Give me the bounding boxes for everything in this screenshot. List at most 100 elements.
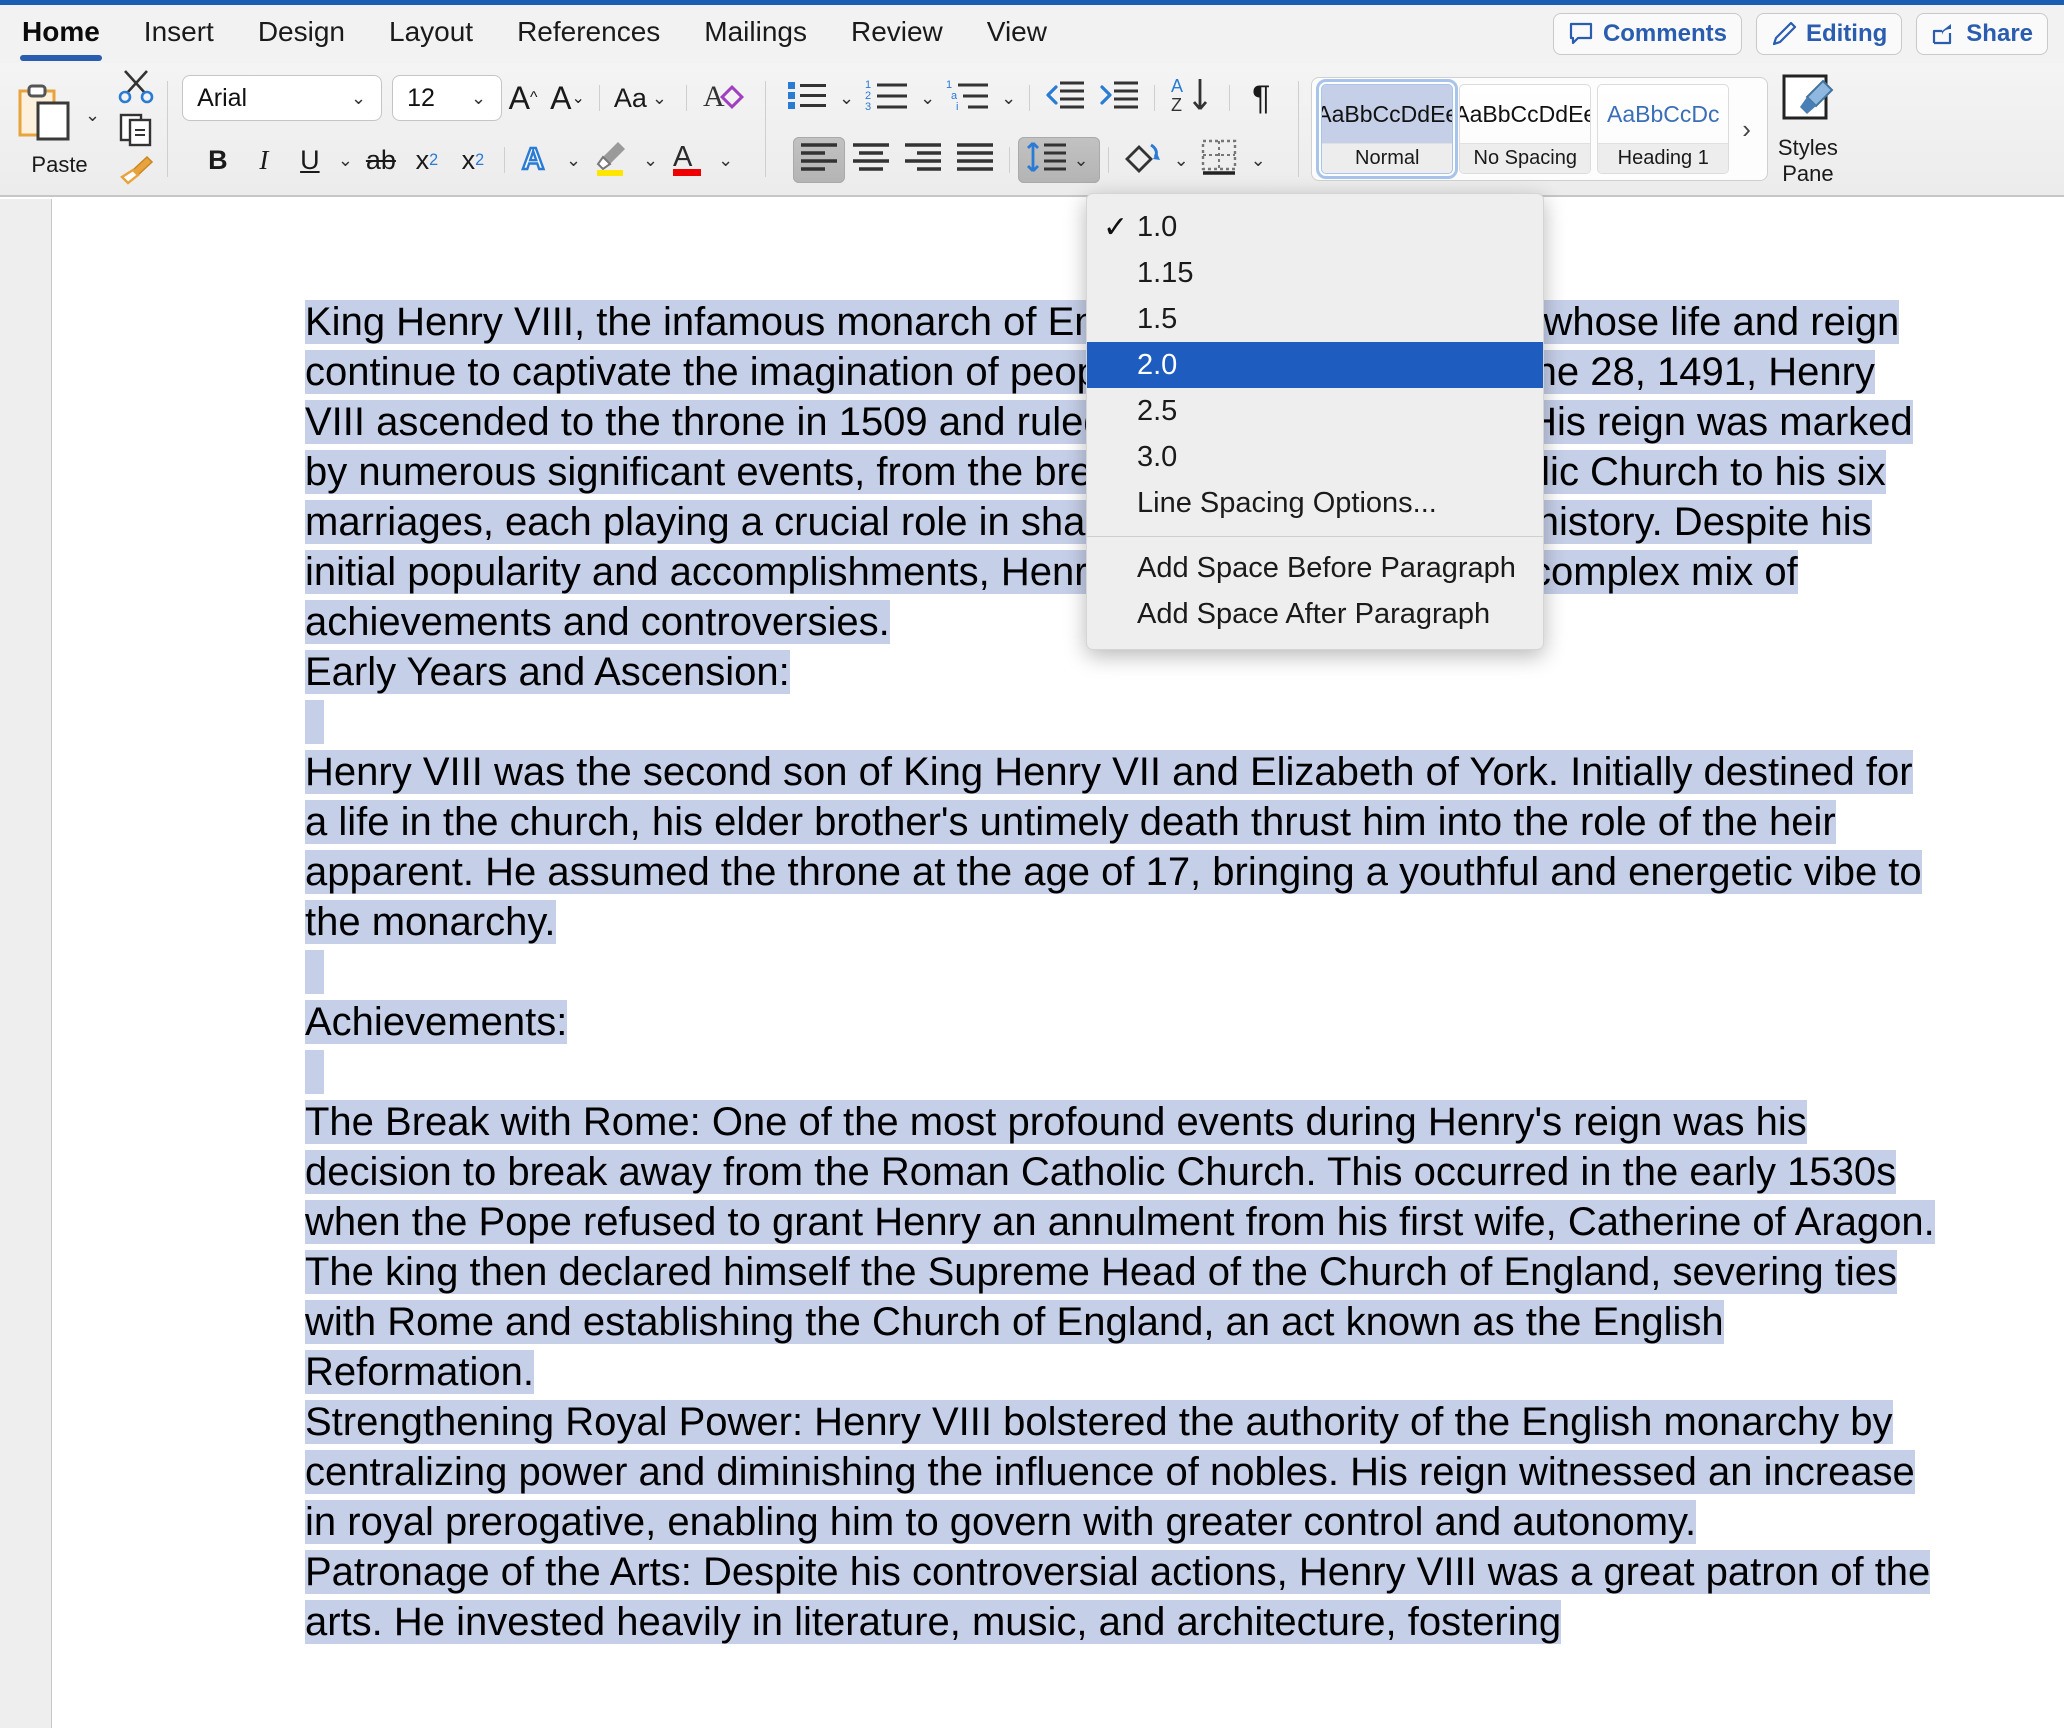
italic-button[interactable]: I [241, 137, 287, 183]
align-left-button[interactable] [793, 137, 846, 183]
superscript-button[interactable]: x2 [450, 137, 496, 183]
editing-button[interactable]: Editing [1755, 13, 1903, 55]
styles-gallery-more-arrow-icon[interactable]: › [1732, 114, 1761, 145]
menu-item-1-5[interactable]: 1.5 [1087, 296, 1543, 342]
divider-para-a [1029, 85, 1031, 111]
menu-item-2-0[interactable]: 2.0 [1087, 342, 1543, 388]
subscript-button[interactable]: x2 [404, 137, 450, 183]
bullets-chevron-down-icon[interactable]: ⌄ [834, 88, 859, 109]
styles-pane-button[interactable]: Styles Pane [1768, 63, 1852, 195]
line-spacing-button[interactable]: ⌄ [1018, 137, 1100, 183]
menu-item-line-spacing-options[interactable]: Line Spacing Options... [1087, 480, 1543, 526]
grow-font-button[interactable]: A ^ [502, 75, 544, 121]
comments-button[interactable]: Comments [1552, 13, 1742, 55]
numbering-button[interactable]: 123 [859, 75, 915, 121]
paragraph-row-top: ⌄ 123 ⌄ 1ai ⌄ A Z ¶ [780, 67, 1284, 129]
style-tile-no-spacing[interactable]: AaBbCcDdEe No Spacing [1459, 84, 1592, 174]
font-color-chevron-down-icon[interactable]: ⌄ [713, 150, 738, 171]
tab-design[interactable]: Design [236, 5, 367, 63]
svg-text:Z: Z [1171, 95, 1182, 115]
document-area: King Henry VIII, the infamous monarch of… [0, 199, 2064, 1728]
font-size-combobox[interactable]: 12 ⌄ [392, 75, 503, 121]
highlight-chevron-down-icon[interactable]: ⌄ [638, 150, 663, 171]
ribbon-tabbar: Home Insert Design Layout References Mai… [0, 5, 2064, 63]
menu-item-label: 1.15 [1137, 256, 1194, 289]
shrink-font-button[interactable]: A ⌄ [544, 75, 591, 121]
clipboard-group: ⌄ Paste [0, 63, 113, 195]
scissors-icon[interactable] [117, 68, 155, 109]
copy-icon[interactable] [117, 111, 155, 152]
paste-chevron-down-icon[interactable]: ⌄ [80, 105, 105, 126]
borders-button[interactable] [1194, 137, 1246, 183]
paste-icon[interactable] [14, 81, 76, 150]
text-effects-button[interactable]: A [513, 137, 561, 183]
decrease-indent-button[interactable] [1038, 75, 1092, 121]
font-color-button[interactable]: A [663, 137, 713, 183]
bullets-button[interactable] [780, 75, 834, 121]
tab-view[interactable]: View [965, 5, 1069, 63]
tab-layout-label: Layout [389, 16, 474, 47]
justify-button[interactable] [949, 137, 1001, 183]
change-case-button[interactable]: Aa ⌄ [608, 75, 678, 121]
tab-layout[interactable]: Layout [367, 5, 495, 63]
align-center-button[interactable] [845, 137, 897, 183]
font-name-combobox[interactable]: Arial ⌄ [182, 75, 383, 121]
bold-button[interactable]: B [195, 137, 241, 183]
font-size-chevron-down-icon[interactable]: ⌄ [466, 88, 491, 109]
comment-icon [1568, 22, 1594, 46]
line-spacing-dropdown-menu: ✓ 1.0 1.15 1.5 2.0 2.5 3.0 Line Spacing … [1086, 193, 1544, 650]
align-right-button[interactable] [897, 137, 949, 183]
align-right-icon [903, 142, 943, 179]
menu-item-add-space-before-paragraph[interactable]: Add Space Before Paragraph [1087, 545, 1543, 591]
font-group: Arial ⌄ 12 ⌄ A ^ A ⌄ Aa ⌄ A B I U ⌄ ab x… [176, 63, 757, 195]
menu-item-3-0[interactable]: 3.0 [1087, 434, 1543, 480]
tab-insert[interactable]: Insert [122, 5, 236, 63]
tab-mailings[interactable]: Mailings [682, 5, 829, 63]
paragraph-row-bottom: ⌄ ⌄ ⌄ [793, 129, 1270, 191]
tab-home[interactable]: Home [0, 5, 122, 63]
tab-review[interactable]: Review [829, 5, 965, 63]
numbering-chevron-down-icon[interactable]: ⌄ [915, 88, 940, 109]
change-case-label: Aa [613, 82, 647, 113]
strikethrough-button[interactable]: ab [358, 137, 404, 183]
menu-item-1-0[interactable]: ✓ 1.0 [1087, 204, 1543, 250]
menu-item-1-15[interactable]: 1.15 [1087, 250, 1543, 296]
clear-formatting-button[interactable]: A [695, 75, 751, 121]
borders-icon [1200, 138, 1240, 183]
tab-references[interactable]: References [495, 5, 682, 63]
multilevel-list-button[interactable]: 1ai [940, 75, 996, 121]
underline-chevron-down-icon[interactable]: ⌄ [333, 150, 358, 171]
borders-chevron-down-icon[interactable]: ⌄ [1246, 150, 1271, 171]
sort-button[interactable]: AZ [1163, 75, 1221, 121]
change-case-chevron-down-icon[interactable]: ⌄ [647, 88, 672, 109]
shading-button[interactable] [1117, 137, 1169, 183]
svg-text:i: i [956, 101, 958, 112]
text-effects-chevron-down-icon[interactable]: ⌄ [561, 150, 586, 171]
show-formatting-marks-button[interactable]: ¶ [1238, 75, 1284, 121]
divider-clipboard [167, 81, 169, 177]
multilevel-chevron-down-icon[interactable]: ⌄ [996, 88, 1021, 109]
style-tile-normal[interactable]: AaBbCcDdEe Normal [1316, 79, 1459, 179]
tab-design-label: Design [257, 16, 345, 47]
underline-button[interactable]: U [287, 137, 333, 183]
shading-chevron-down-icon[interactable]: ⌄ [1169, 150, 1194, 171]
menu-item-label: Line Spacing Options... [1137, 486, 1437, 519]
menu-item-add-space-after-paragraph[interactable]: Add Space After Paragraph [1087, 591, 1543, 637]
paragraph-text: Patronage of the Arts: Despite his contr… [305, 1550, 1931, 1644]
style-preview-heading-1: AaBbCcDc [1607, 100, 1720, 127]
document-page[interactable]: King Henry VIII, the infamous monarch of… [51, 199, 2064, 1728]
pilcrow-icon: ¶ [1252, 78, 1271, 117]
styles-pane-label-line1: Styles [1777, 135, 1838, 161]
style-tile-heading-1[interactable]: AaBbCcDc Heading 1 [1597, 84, 1730, 174]
share-button[interactable]: Share [1916, 13, 2048, 55]
format-painter-icon[interactable] [117, 154, 155, 191]
align-center-icon [851, 142, 891, 179]
underline-label: U [300, 144, 320, 175]
line-spacing-chevron-down-icon[interactable]: ⌄ [1068, 150, 1093, 171]
bullet-list-icon [786, 78, 828, 119]
increase-indent-button[interactable] [1092, 75, 1146, 121]
text-highlight-button[interactable] [586, 137, 638, 183]
menu-item-2-5[interactable]: 2.5 [1087, 388, 1543, 434]
font-name-chevron-down-icon[interactable]: ⌄ [346, 88, 371, 109]
styles-pane-label-line2: Pane [1782, 160, 1834, 186]
